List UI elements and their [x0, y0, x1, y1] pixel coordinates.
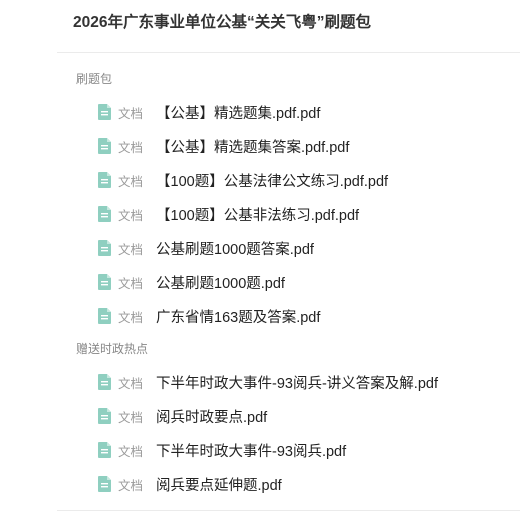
file-name[interactable]: 【公基】精选题集答案.pdf.pdf — [156, 136, 349, 157]
file-name[interactable]: 【100题】公基非法练习.pdf.pdf — [156, 204, 359, 225]
section-label-current-affairs: 赠送时政热点 — [76, 342, 149, 356]
file-name[interactable]: 公基刷题1000题答案.pdf — [156, 238, 314, 259]
document-icon — [98, 274, 111, 290]
file-row[interactable]: 文档 【100题】公基非法练习.pdf.pdf — [98, 202, 359, 226]
file-type-label: 文档 — [118, 140, 144, 155]
title-divider — [57, 52, 520, 53]
file-name[interactable]: 下半年时政大事件-93阅兵-讲义答案及解.pdf — [156, 372, 438, 393]
document-icon — [98, 104, 111, 120]
file-type-label: 文档 — [118, 410, 144, 425]
file-type-label: 文档 — [118, 444, 144, 459]
file-type-label: 文档 — [118, 276, 144, 291]
file-type-label: 文档 — [118, 208, 144, 223]
file-row[interactable]: 文档 公基刷题1000题答案.pdf — [98, 236, 314, 260]
document-icon — [98, 240, 111, 256]
file-row[interactable]: 文档 下半年时政大事件-93阅兵-讲义答案及解.pdf — [98, 370, 438, 394]
file-row[interactable]: 文档 【公基】精选题集答案.pdf.pdf — [98, 134, 349, 158]
file-row[interactable]: 文档 阅兵要点延伸题.pdf — [98, 472, 282, 496]
file-row[interactable]: 文档 【100题】公基法律公文练习.pdf.pdf — [98, 168, 388, 192]
document-icon — [98, 206, 111, 222]
file-type-label: 文档 — [118, 478, 144, 493]
file-row[interactable]: 文档 阅兵时政要点.pdf — [98, 404, 267, 428]
file-name[interactable]: 【公基】精选题集.pdf.pdf — [156, 102, 320, 123]
file-row[interactable]: 文档 下半年时政大事件-93阅兵.pdf — [98, 438, 346, 462]
bottom-divider — [57, 510, 520, 511]
file-row[interactable]: 文档 公基刷题1000题.pdf — [98, 270, 285, 294]
page-title: 2026年广东事业单位公基“关关飞粤”刷题包 — [73, 14, 371, 31]
file-list-page: 2026年广东事业单位公基“关关飞粤”刷题包 刷题包 文档 【公基】精选题集.p… — [0, 0, 520, 520]
file-type-label: 文档 — [118, 242, 144, 257]
document-icon — [98, 408, 111, 424]
file-name[interactable]: 阅兵要点延伸题.pdf — [156, 474, 282, 495]
document-icon — [98, 442, 111, 458]
file-row[interactable]: 文档 广东省情163题及答案.pdf — [98, 304, 320, 328]
document-icon — [98, 374, 111, 390]
file-type-label: 文档 — [118, 174, 144, 189]
document-icon — [98, 138, 111, 154]
file-name[interactable]: 公基刷题1000题.pdf — [156, 272, 285, 293]
file-type-label: 文档 — [118, 310, 144, 325]
document-icon — [98, 308, 111, 324]
file-name[interactable]: 下半年时政大事件-93阅兵.pdf — [156, 440, 346, 461]
file-type-label: 文档 — [118, 376, 144, 391]
file-row[interactable]: 文档 【公基】精选题集.pdf.pdf — [98, 100, 320, 124]
file-name[interactable]: 阅兵时政要点.pdf — [156, 406, 267, 427]
file-name[interactable]: 广东省情163题及答案.pdf — [156, 306, 320, 327]
section-label-practice-pack: 刷题包 — [76, 72, 113, 86]
document-icon — [98, 172, 111, 188]
file-type-label: 文档 — [118, 106, 144, 121]
file-name[interactable]: 【100题】公基法律公文练习.pdf.pdf — [156, 170, 388, 191]
document-icon — [98, 476, 111, 492]
